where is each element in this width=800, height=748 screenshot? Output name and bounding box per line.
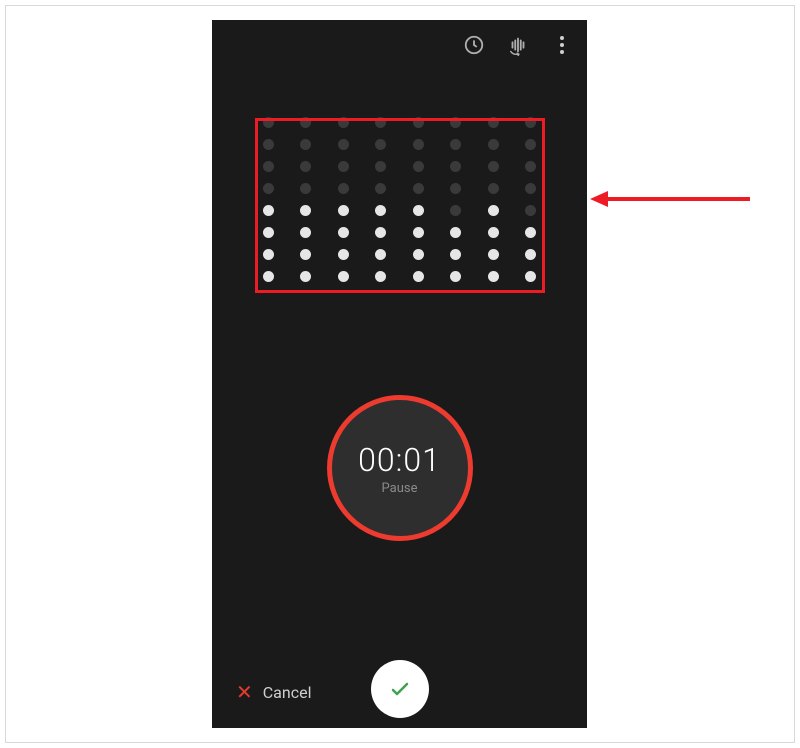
waveform-dot (338, 139, 349, 150)
waveform-dot (375, 183, 386, 194)
waveform-dot (525, 205, 536, 216)
waveform-dot (263, 183, 274, 194)
waveform-column (300, 117, 311, 282)
record-state-label: Pause (382, 481, 418, 496)
close-icon: ✕ (236, 682, 253, 702)
waveform-column (338, 117, 349, 282)
check-icon (388, 677, 412, 701)
waveform-dot (525, 117, 536, 128)
waveform-dot (488, 139, 499, 150)
waveform-dot (375, 227, 386, 238)
waveform-dot (263, 139, 274, 150)
waveform-dot (450, 205, 461, 216)
waveform-dot (300, 139, 311, 150)
waveform-dot (450, 117, 461, 128)
waveform-dot (413, 249, 424, 260)
waveform-dot (338, 227, 349, 238)
waveform-dot (525, 161, 536, 172)
waveform-dot (450, 183, 461, 194)
waveform-dot (450, 271, 461, 282)
waveform-column (525, 117, 536, 282)
waveform-dot (525, 139, 536, 150)
waveform-column (375, 117, 386, 282)
waveform-dot (375, 249, 386, 260)
bottom-bar: ✕ Cancel (212, 648, 587, 728)
waveform-dot (413, 161, 424, 172)
waveform-column (450, 117, 461, 282)
waveform-dot (450, 161, 461, 172)
waveform-dot (413, 183, 424, 194)
waveform-dot (488, 205, 499, 216)
waveform-column (263, 117, 274, 282)
waveform-dot (263, 227, 274, 238)
waveform-dot (413, 271, 424, 282)
waveform-dot (525, 271, 536, 282)
waveform-dot (338, 205, 349, 216)
waveform-dot (488, 161, 499, 172)
done-button[interactable] (371, 660, 429, 718)
waveform-column (413, 117, 424, 282)
waveform-dot (338, 249, 349, 260)
waveform-dot (300, 183, 311, 194)
waveform-dot (488, 183, 499, 194)
recorder-screen: 00:01 Pause ✕ Cancel (212, 20, 587, 728)
waveform-dot (450, 249, 461, 260)
waveform-dot (263, 271, 274, 282)
waveform-dot (338, 183, 349, 194)
history-icon[interactable] (461, 32, 487, 58)
waveform-dot (300, 227, 311, 238)
more-icon[interactable] (549, 32, 575, 58)
waveform-dot (263, 117, 274, 128)
cancel-button[interactable]: ✕ Cancel (236, 682, 311, 702)
waveform-dot (338, 161, 349, 172)
waveform-dot (525, 183, 536, 194)
waveform-dot (300, 205, 311, 216)
waveform-dot (450, 139, 461, 150)
waveform-dot (375, 139, 386, 150)
waveform-dot (263, 205, 274, 216)
waveform-dot (300, 117, 311, 128)
waveform-dot (375, 205, 386, 216)
waveform-dot (488, 271, 499, 282)
waveform-dot (450, 227, 461, 238)
waveform-dot (525, 249, 536, 260)
waveform-dot (488, 249, 499, 260)
waveform-dot (300, 271, 311, 282)
waveform-dot (413, 227, 424, 238)
waveform-dot (338, 117, 349, 128)
pause-button[interactable]: 00:01 Pause (327, 395, 473, 541)
waveform-dot (375, 271, 386, 282)
waveform-dot (413, 205, 424, 216)
waveform-dot (300, 161, 311, 172)
waveform-dot (263, 249, 274, 260)
waveform-dot (338, 271, 349, 282)
audio-convert-icon[interactable] (505, 32, 531, 58)
waveform-dot (413, 117, 424, 128)
elapsed-time: 00:01 (358, 441, 441, 479)
waveform-dot (263, 161, 274, 172)
waveform-visualizer (257, 125, 542, 290)
waveform-dot (375, 161, 386, 172)
waveform-dot (413, 139, 424, 150)
cancel-label: Cancel (263, 683, 312, 702)
toolbar (461, 32, 575, 58)
waveform-column (488, 117, 499, 282)
waveform-dot (488, 227, 499, 238)
waveform-dot (375, 117, 386, 128)
waveform-dot (488, 117, 499, 128)
waveform-dot (525, 227, 536, 238)
waveform-dot (300, 249, 311, 260)
